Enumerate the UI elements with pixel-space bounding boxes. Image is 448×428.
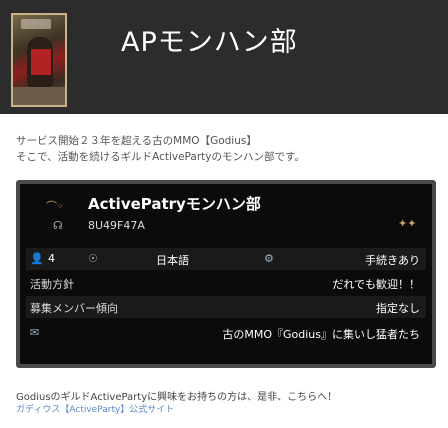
globe-icon: ☉ (88, 252, 98, 265)
footer-text: GodiusのギルドActivePartyに興味をお持ちの方は、是非、こちらへ！ (16, 392, 338, 403)
message-row: ✉ 古のMMO『Godius』に集いし猛者たち (26, 322, 426, 344)
description-line-1: サービス開始２３年を超える古のMMO【Godius】 (16, 135, 257, 147)
official-site-link[interactable]: ガディウス【ActiveParty】公式サイト (16, 402, 174, 415)
message-icon: ✉ (30, 326, 40, 339)
avatar (11, 13, 67, 107)
language-value: 日本語 (156, 254, 189, 267)
guild-card: ⌒◦ ActivePatryモンハン部 ☊ 8U49F47A ✦✦ 👤 4 ☉ … (16, 180, 436, 368)
activity-value: だれでも歓迎！！ (332, 278, 420, 291)
activity-row: 活動方針 だれでも歓迎！！ (26, 272, 426, 294)
person-icon: 👤 (30, 252, 44, 265)
activity-label: 活動方針 (30, 278, 74, 291)
id-icon: ☊ (53, 219, 63, 232)
crest-icon: ✦✦ (398, 217, 417, 230)
guild-id: 8U49F47A (88, 219, 145, 232)
members-count: 4 (48, 252, 55, 265)
page-title: APモンハン部 (121, 27, 298, 58)
guild-crest-icon: ⌒◦ (46, 200, 64, 213)
profile-header: APモンハン部 (0, 0, 448, 114)
guild-message: 古のMMO『Godius』に集いし猛者たち (222, 328, 420, 341)
recruit-row: 募集メンバー傾向 指定なし (26, 296, 426, 318)
join-icon: ⚙ (264, 252, 274, 265)
recruit-label: 募集メンバー傾向 (30, 302, 118, 315)
guild-info-row: 👤 4 ☉ 日本語 ⚙ 手続きあり (26, 248, 426, 270)
guild-name: ActivePatryモンハン部 (88, 195, 261, 213)
description-line-2: そこで、活動を続けるギルドActivePartyのモンハン部です。 (16, 151, 305, 163)
join-type-value: 手続きあり (365, 254, 420, 267)
recruit-value: 指定なし (376, 302, 420, 315)
